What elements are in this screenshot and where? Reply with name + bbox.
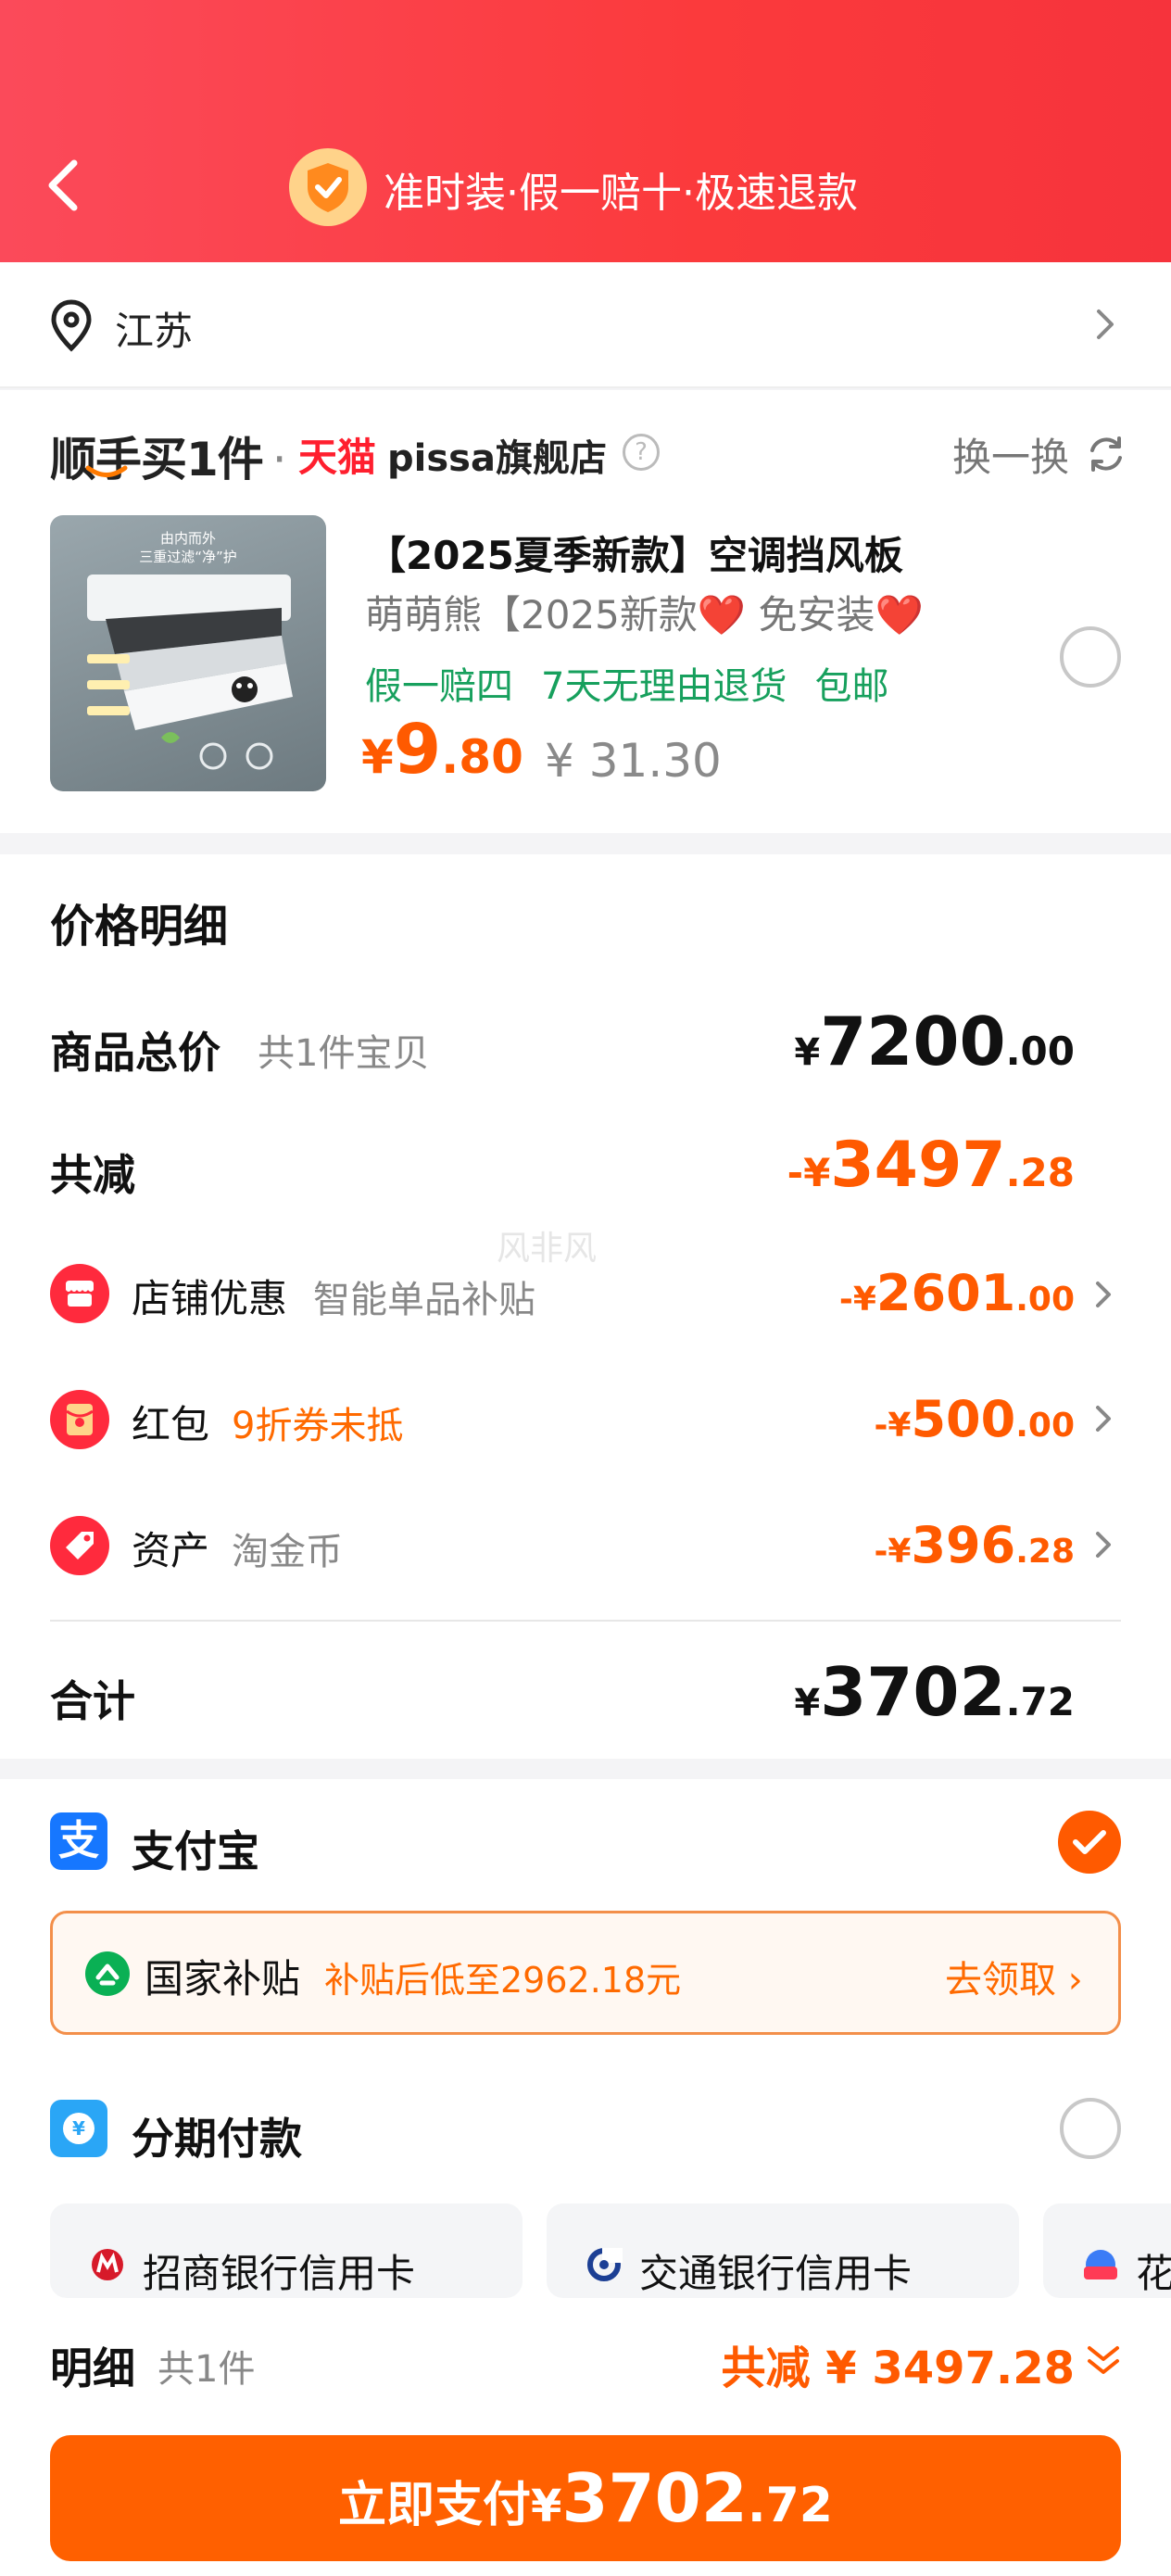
service-tags: 假一赔四 7天无理由退货 包邮	[365, 656, 916, 710]
envelope-prefix: -¥	[874, 1407, 912, 1445]
subsidy-icon	[85, 1951, 130, 1996]
promo-label-text: 顺手买1件	[50, 433, 264, 486]
asset-int: 396	[911, 1516, 1016, 1574]
sum-dec: .72	[1005, 1679, 1075, 1724]
chevron-right-icon	[1093, 306, 1117, 343]
sum-currency: ¥	[794, 1682, 821, 1724]
location-text: 江苏	[115, 309, 194, 354]
tag-shipping: 包邮	[814, 665, 889, 708]
subsidy-description: 补贴后低至2962.18元	[324, 1960, 682, 2001]
original-price: ¥ 31.30	[545, 734, 722, 788]
air-conditioner-illustration	[87, 575, 293, 770]
shop-prefix: -¥	[838, 1281, 876, 1319]
shop-dec: .00	[1015, 1281, 1075, 1319]
check-icon	[1073, 1830, 1106, 1854]
product-thumbnail[interactable]: 由内而外 三重过滤“净”护	[50, 515, 326, 791]
discount-shop-amount[interactable]: -¥2601.00	[839, 1264, 1075, 1322]
discount-asset-sub: 淘金币	[232, 1531, 343, 1573]
discount-envelope-amount[interactable]: -¥500.00	[874, 1390, 1075, 1448]
chevron-left-icon	[48, 159, 78, 211]
total-int: 7200	[820, 1003, 1006, 1080]
total-count: 共1件宝贝	[258, 1032, 430, 1075]
header-banner	[0, 0, 1171, 262]
chevron-right-icon[interactable]	[1093, 1529, 1114, 1560]
pay-int: 3702	[561, 2459, 748, 2537]
huabei-logo-icon	[1084, 2250, 1117, 2279]
discount-asset-label: 资产	[132, 1528, 210, 1573]
claim-subsidy-link[interactable]: 去领取 ›	[945, 1950, 1083, 2003]
reduce-int: 3497	[830, 1129, 1006, 1202]
envelope-dec: .00	[1015, 1407, 1075, 1445]
reduce-label: 共减	[50, 1150, 135, 1200]
divider	[50, 1620, 1121, 1622]
sum-label: 合计	[50, 1676, 135, 1726]
detail-label[interactable]: 明细	[50, 2335, 135, 2396]
bottom-reduce-total[interactable]: 共减 ¥ 3497.28	[722, 2331, 1075, 2396]
chevron-right-icon[interactable]	[1093, 1279, 1114, 1310]
reduce-amount: -¥3497.28	[787, 1129, 1075, 1202]
product-variant: 萌萌熊【2025新款❤️ 免安装❤️	[365, 592, 924, 638]
price-currency: ¥	[361, 730, 394, 784]
discount-asset-amount[interactable]: -¥396.28	[874, 1516, 1075, 1574]
reduce-dec: .28	[1005, 1150, 1075, 1195]
refresh-icon[interactable]	[1086, 434, 1127, 474]
bank-name-cmb: 招商银行信用卡	[143, 2251, 416, 2296]
total-dec: .00	[1005, 1029, 1075, 1074]
detail-count: 共1件	[157, 2348, 256, 2391]
bank-name-huabei: 花	[1136, 2251, 1171, 2296]
shield-check-icon	[289, 148, 367, 226]
cmb-logo-icon	[92, 2249, 123, 2280]
location-pin-icon	[48, 298, 94, 352]
smile-underline-icon	[85, 465, 128, 477]
svg-text:¥: ¥	[72, 2117, 85, 2140]
installment-radio[interactable]	[1060, 2098, 1121, 2159]
price-detail-title: 价格明细	[50, 901, 229, 953]
shop-name[interactable]: pissa旗舰店	[387, 428, 607, 482]
pay-currency: ¥	[531, 2481, 562, 2532]
price-int: 9	[393, 710, 442, 789]
help-icon[interactable]: ?	[623, 434, 660, 471]
bocom-logo-icon	[587, 2248, 623, 2281]
subsidy-label: 国家补贴	[145, 1956, 301, 2001]
sum-amount: ¥3702.72	[794, 1653, 1075, 1731]
price-dec: .80	[441, 730, 523, 784]
total-label: 商品总价	[50, 1028, 220, 1078]
alipay-selected-check[interactable]	[1058, 1811, 1121, 1874]
total-currency: ¥	[794, 1031, 821, 1074]
pay-dec: .72	[747, 2478, 833, 2533]
reduce-prefix: -¥	[787, 1150, 831, 1195]
product-select-radio[interactable]	[1060, 626, 1121, 688]
watermark: 风非风	[497, 1230, 598, 1268]
alipay-icon: 支	[50, 1812, 107, 1870]
tag-counterfeit: 假一赔四	[365, 665, 513, 708]
pay-now-button[interactable]: 立即支付¥3702.72	[50, 2435, 1121, 2561]
swap-button[interactable]: 换一换	[952, 426, 1069, 483]
product-title: 【2025夏季新款】空调挡风板	[367, 533, 903, 578]
double-chevron-down-icon[interactable]	[1084, 2341, 1123, 2380]
product-price: ¥9.80	[361, 710, 523, 789]
red-envelope-icon	[50, 1390, 109, 1449]
alipay-label[interactable]: 支付宝	[132, 1818, 259, 1879]
asset-dec: .28	[1015, 1533, 1075, 1571]
back-button[interactable]	[43, 158, 83, 213]
shop-int: 2601	[875, 1264, 1016, 1322]
shop-icon	[50, 1264, 109, 1323]
bank-name-bocom: 交通银行信用卡	[639, 2251, 913, 2296]
installment-icon: ¥	[50, 2100, 107, 2157]
installment-label[interactable]: 分期付款	[132, 2105, 302, 2166]
pay-label: 立即支付	[338, 2478, 532, 2533]
tag-return: 7天无理由退货	[541, 665, 787, 708]
discount-shop-sub: 智能单品补贴	[313, 1279, 535, 1321]
total-amount: ¥7200.00	[794, 1003, 1075, 1080]
asset-prefix: -¥	[874, 1533, 912, 1571]
sum-int: 3702	[820, 1653, 1006, 1731]
service-guarantee-text: 准时装·假一赔十·极速退款	[384, 170, 858, 217]
discount-envelope-label: 红包	[132, 1402, 210, 1447]
discount-envelope-sub: 9折券未抵	[232, 1405, 404, 1447]
tag-icon	[50, 1516, 109, 1575]
chevron-right-icon[interactable]	[1093, 1403, 1114, 1434]
envelope-int: 500	[911, 1390, 1016, 1448]
platform-label: 天猫	[298, 435, 377, 480]
discount-shop-label: 店铺优惠	[132, 1276, 288, 1321]
